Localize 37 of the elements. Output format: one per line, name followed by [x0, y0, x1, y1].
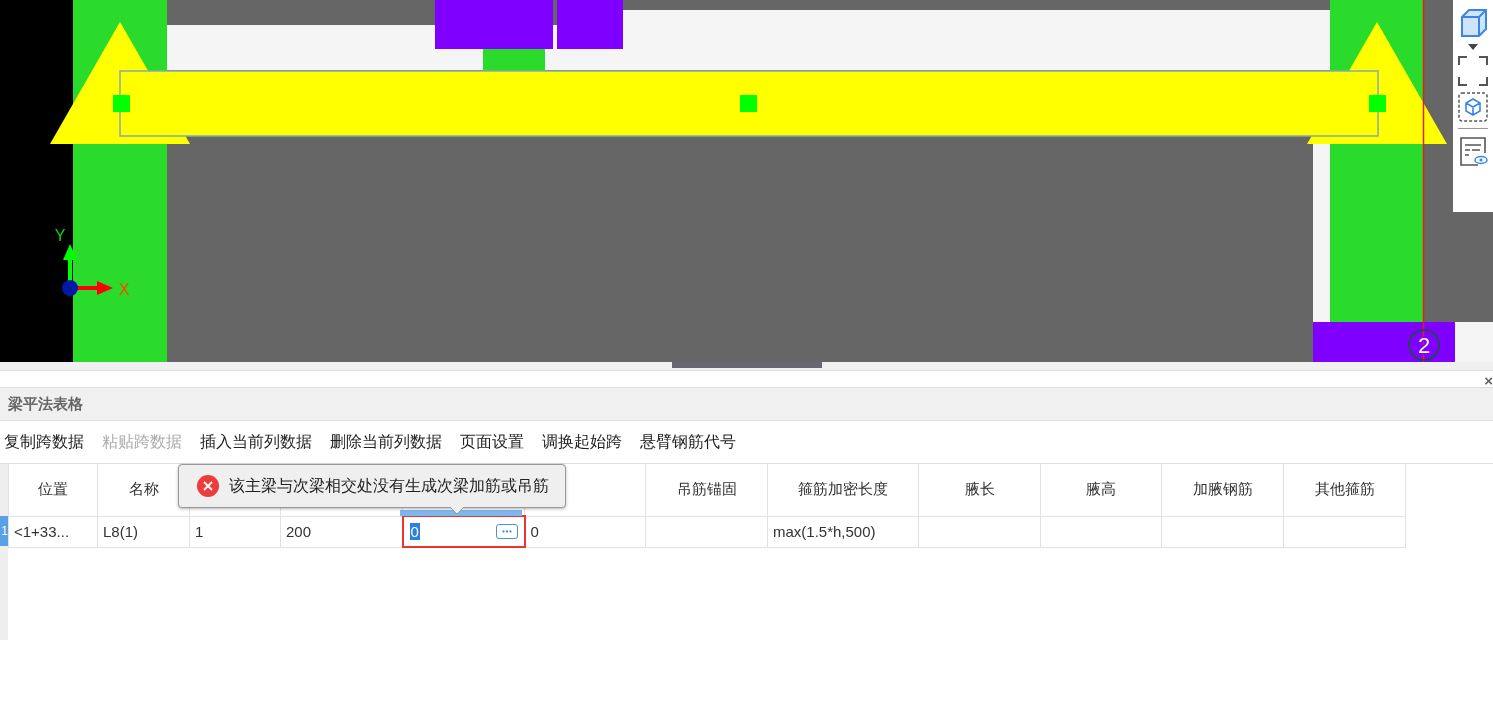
- caret-icon[interactable]: [1468, 44, 1478, 50]
- column-header[interactable]: 加腋钢筋: [1161, 464, 1284, 516]
- close-button[interactable]: ×: [1484, 372, 1493, 389]
- splitter-handle[interactable]: [671, 362, 822, 368]
- column-header[interactable]: 腋高: [1040, 464, 1162, 516]
- list-view-icon[interactable]: [1458, 135, 1488, 167]
- toolbar-button[interactable]: 删除当前列数据: [330, 431, 442, 453]
- toolbar-button[interactable]: 复制跨数据: [4, 431, 84, 453]
- axis-label: Y: [54, 227, 66, 244]
- beam-block: [557, 0, 623, 49]
- table-cell: max(1.5*h,500): [767, 516, 919, 547]
- table-cell: 1: [189, 516, 281, 547]
- toolbar-button[interactable]: 调换起始跨: [542, 431, 622, 453]
- column-stub: [483, 49, 545, 71]
- grip-handle[interactable]: [1369, 95, 1386, 112]
- table-cell: <1+33...: [8, 516, 98, 547]
- table-cell: L8(1): [97, 516, 190, 547]
- toolbar-button[interactable]: 插入当前列数据: [200, 431, 312, 453]
- table-cell: 0: [524, 516, 646, 547]
- toolbar-button[interactable]: 页面设置: [460, 431, 524, 453]
- column-header[interactable]: 箍筋加密长度: [767, 464, 919, 516]
- grip-handle[interactable]: [740, 95, 757, 112]
- toolbar-button[interactable]: 悬臂钢筋代号: [640, 431, 736, 453]
- panel-title: 梁平法表格: [8, 394, 83, 414]
- column-header[interactable]: 其他箍筋: [1283, 464, 1406, 516]
- cube-icon[interactable]: [1458, 8, 1488, 38]
- dashed-cube-icon[interactable]: [1458, 92, 1488, 122]
- select-frame-icon[interactable]: [1458, 56, 1488, 86]
- column-header[interactable]: 腋长: [918, 464, 1041, 516]
- grip-handle[interactable]: [113, 95, 130, 112]
- column-header[interactable]: 位置: [8, 464, 98, 516]
- column-header[interactable]: 吊筋锚固: [645, 464, 768, 516]
- origin-icon: [62, 280, 78, 296]
- tooltip-message: 该主梁与次梁相交处没有生成次梁加筋或吊筋: [229, 475, 549, 496]
- more-icon[interactable]: [495, 524, 518, 539]
- error-icon: [197, 475, 219, 497]
- axis-label: X: [118, 281, 130, 298]
